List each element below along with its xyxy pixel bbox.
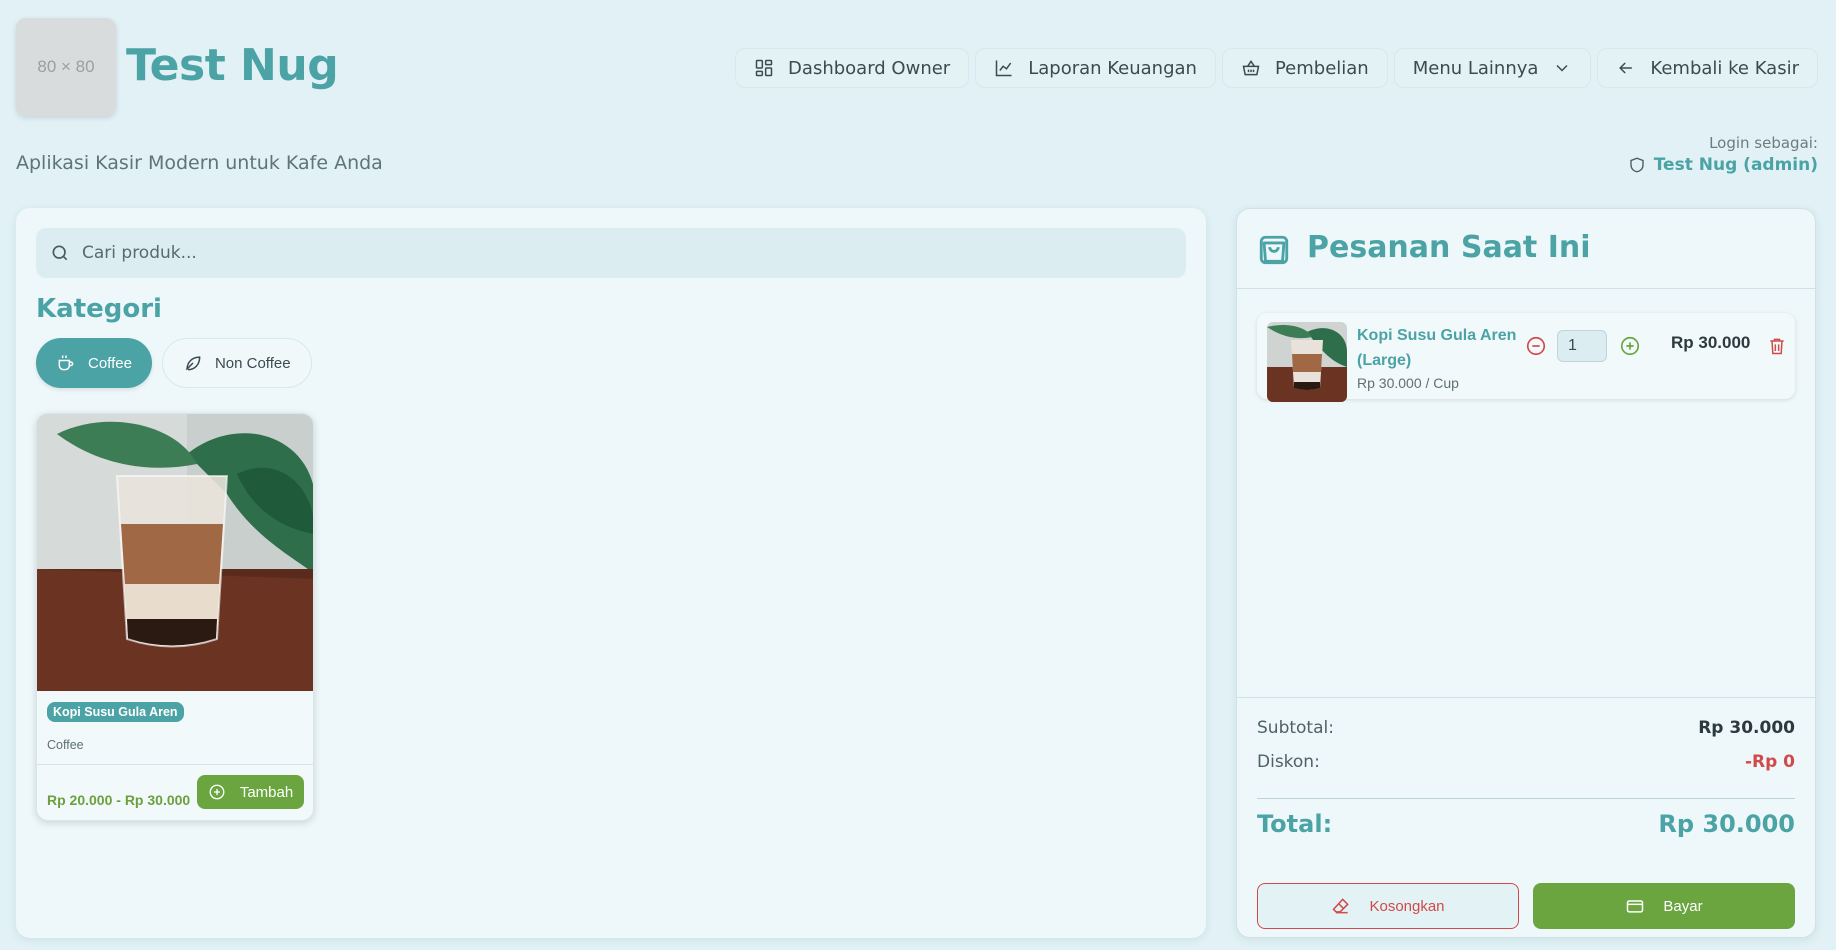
product-category: Coffee xyxy=(47,738,84,752)
discount-label: Diskon: xyxy=(1257,752,1320,772)
product-name: Kopi Susu Gula Aren xyxy=(47,702,184,722)
discount-row: Diskon: -Rp 0 xyxy=(1257,752,1795,772)
product-image xyxy=(37,414,313,691)
nav-kembali-ke-kasir[interactable]: Kembali ke Kasir xyxy=(1597,48,1818,88)
product-card[interactable]: Kopi Susu Gula Aren Coffee Rp 20.000 - R… xyxy=(36,413,314,821)
discount-value: -Rp 0 xyxy=(1744,752,1795,772)
dashboard-icon xyxy=(755,59,773,77)
basket-icon xyxy=(1242,59,1260,76)
search-icon xyxy=(52,245,68,261)
totals-divider xyxy=(1257,798,1795,799)
top-nav: Dashboard Owner Laporan Keuangan Pembeli… xyxy=(735,48,1818,88)
decrease-quantity-button[interactable] xyxy=(1525,335,1547,357)
order-panel: Pesanan Saat Ini Kopi Susu Gula Aren (La… xyxy=(1236,208,1816,938)
chevron-down-icon xyxy=(1556,64,1568,72)
category-non-coffee-label: Non Coffee xyxy=(214,354,291,372)
nav-dashboard-label: Dashboard Owner xyxy=(788,57,951,79)
nav-laporan-keuangan[interactable]: Laporan Keuangan xyxy=(975,48,1216,88)
total-value: Rp 30.000 xyxy=(1658,810,1795,838)
nav-pembelian[interactable]: Pembelian xyxy=(1221,48,1388,88)
pay-label: Bayar xyxy=(1663,897,1703,915)
nav-dashboard-owner[interactable]: Dashboard Owner xyxy=(735,48,970,88)
subtotal-label: Subtotal: xyxy=(1257,718,1334,738)
add-to-cart-button[interactable]: Tambah xyxy=(197,775,304,809)
minus-circle-icon xyxy=(1526,336,1546,356)
quantity-input[interactable] xyxy=(1557,330,1607,362)
pay-button[interactable]: Bayar xyxy=(1533,883,1795,929)
leaf-icon xyxy=(185,356,201,371)
search-input[interactable] xyxy=(82,243,1162,263)
nav-menu-lainnya-label: Menu Lainnya xyxy=(1412,57,1539,79)
app-subtitle: Aplikasi Kasir Modern untuk Kafe Anda xyxy=(16,152,383,174)
order-totals: Subtotal: Rp 30.000 Diskon: -Rp 0 Total:… xyxy=(1237,697,1815,937)
arrow-left-icon xyxy=(1619,62,1633,74)
clear-order-label: Kosongkan xyxy=(1369,897,1445,915)
total-label: Total: xyxy=(1257,810,1333,838)
trash-icon xyxy=(1770,338,1784,355)
nav-laporan-label: Laporan Keuangan xyxy=(1028,57,1197,79)
logo-placeholder: 80 × 80 xyxy=(16,18,116,116)
product-panel: Kategori Coffee Non Coffee Kopi Susu Gul… xyxy=(16,208,1206,938)
order-header: Pesanan Saat Ini xyxy=(1237,209,1815,289)
nav-pembelian-label: Pembelian xyxy=(1274,57,1369,79)
shopping-bag-icon xyxy=(1259,235,1289,265)
order-item-price: Rp 30.000 xyxy=(1671,333,1751,352)
app-title: Test Nug xyxy=(126,40,339,91)
clear-order-button[interactable]: Kosongkan xyxy=(1257,883,1519,929)
add-to-cart-label: Tambah xyxy=(239,783,294,801)
nav-menu-lainnya[interactable]: Menu Lainnya xyxy=(1393,48,1592,88)
product-price: Rp 20.000 - Rp 30.000 xyxy=(47,792,191,808)
category-coffee-label: Coffee xyxy=(88,354,132,372)
login-user: Test Nug (admin) xyxy=(1628,155,1818,175)
order-item-name: Kopi Susu Gula Aren (Large) xyxy=(1357,327,1517,369)
nav-kembali-label: Kembali ke Kasir xyxy=(1650,57,1799,79)
eraser-icon xyxy=(1332,898,1350,914)
card-divider xyxy=(37,764,313,765)
increase-quantity-button[interactable] xyxy=(1619,335,1641,357)
plus-circle-icon xyxy=(209,784,225,800)
category-non-coffee[interactable]: Non Coffee xyxy=(161,338,312,388)
category-coffee[interactable]: Coffee xyxy=(36,338,152,388)
plus-circle-icon xyxy=(1620,336,1640,356)
login-user-name: Test Nug (admin) xyxy=(1653,155,1818,175)
subtotal-value: Rp 30.000 xyxy=(1698,718,1795,738)
order-item-image xyxy=(1267,322,1347,402)
order-item: Kopi Susu Gula Aren (Large) Rp 30.000 / … xyxy=(1257,313,1795,402)
search-box[interactable] xyxy=(36,228,1186,278)
order-title: Pesanan Saat Ini xyxy=(1307,230,1591,265)
login-label: Login sebagai: xyxy=(1709,134,1818,152)
coffee-icon xyxy=(58,355,74,371)
total-row: Total: Rp 30.000 xyxy=(1257,810,1795,838)
subtotal-row: Subtotal: Rp 30.000 xyxy=(1257,718,1795,738)
order-item-unit-price: Rp 30.000 / Cup xyxy=(1357,375,1459,391)
kategori-title: Kategori xyxy=(36,294,162,324)
delete-item-button[interactable] xyxy=(1767,335,1787,357)
shield-icon xyxy=(1630,157,1644,173)
credit-card-icon xyxy=(1627,900,1644,913)
chart-line-icon xyxy=(995,60,1012,77)
category-list: Coffee Non Coffee xyxy=(36,338,312,388)
